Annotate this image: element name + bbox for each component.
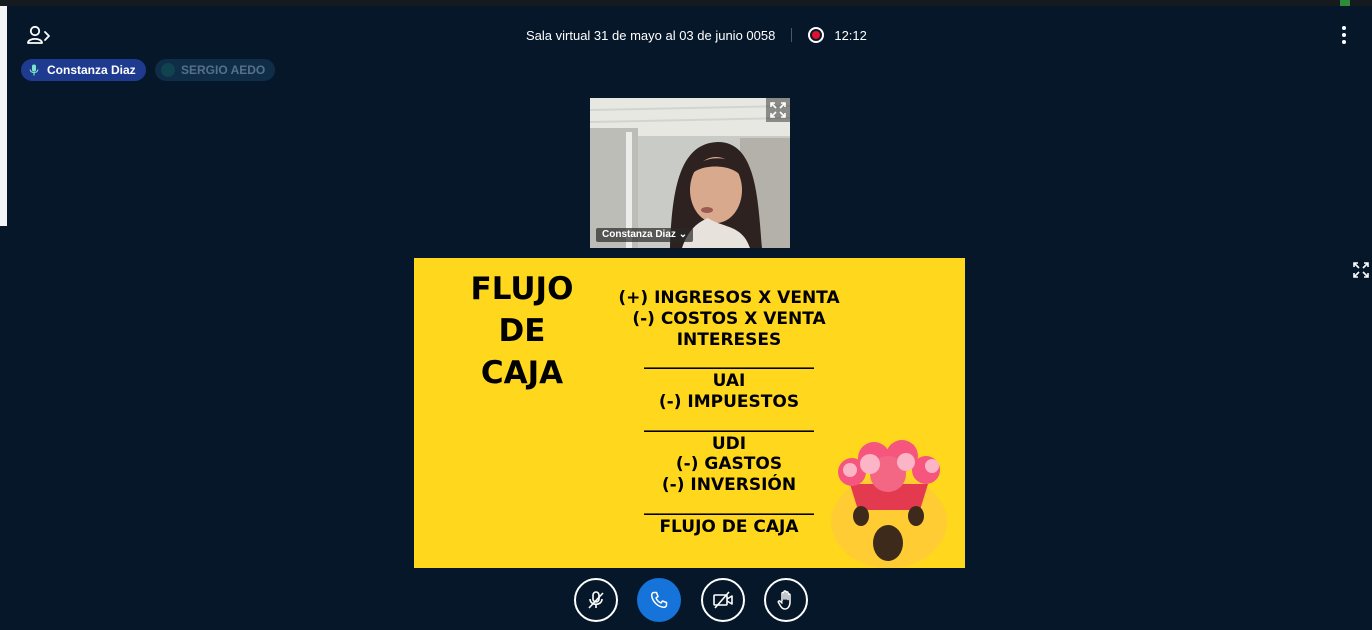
slide-divider-line: ____________________	[644, 495, 814, 516]
raise-hand-button[interactable]	[764, 578, 808, 622]
mute-audio-button[interactable]	[574, 578, 618, 622]
header-divider	[791, 28, 793, 42]
chevron-down-icon: ⌄	[678, 229, 688, 240]
talker-name: SERGIO AEDO	[181, 63, 266, 77]
dot-icon	[161, 63, 175, 77]
slide-line: FLUJO DE CAJA	[659, 516, 799, 537]
slide-line: (+) INGRESOS X VENTA	[618, 288, 840, 308]
slide-line: (-) COSTOS X VENTA	[632, 308, 826, 329]
user-list-toggle-icon[interactable]	[26, 24, 52, 46]
talker-indicator-constanza[interactable]: Constanza Diaz	[21, 59, 146, 81]
fullscreen-icon[interactable]	[766, 98, 790, 122]
status-indicator	[1340, 0, 1350, 6]
webcam-name-dropdown[interactable]: Constanza Diaz ⌄	[596, 228, 694, 242]
microphone-off-icon	[588, 591, 604, 609]
meeting-header: Sala virtual 31 de mayo al 03 de junio 0…	[526, 25, 867, 45]
presentation-fullscreen-icon[interactable]	[1350, 260, 1372, 280]
exploding-head-emoji	[831, 440, 947, 568]
leave-audio-button[interactable]	[637, 578, 681, 622]
slide-formula: (+) INGRESOS X VENTA (-) COSTOS X VENTA …	[604, 288, 854, 538]
slide-title-line: CAJA	[480, 355, 564, 391]
talker-indicator-sergio[interactable]: SERGIO AEDO	[155, 59, 276, 81]
slide-line: INTERESES	[676, 329, 782, 350]
side-panel-edge	[0, 6, 7, 226]
presentation-slide: FLUJO DE CAJA (+) INGRESOS X VENTA (-) C…	[414, 258, 965, 568]
microphone-icon	[27, 63, 41, 77]
meeting-title: Sala virtual 31 de mayo al 03 de junio 0…	[526, 27, 776, 43]
slide-line: UDI	[711, 433, 747, 454]
kebab-menu-icon[interactable]	[1338, 24, 1350, 46]
slide-line: (-) IMPUESTOS	[658, 391, 800, 412]
top-strip	[0, 0, 1372, 6]
slide-divider-line: ____________________	[644, 350, 814, 371]
webcam-video[interactable]: Constanza Diaz ⌄	[590, 98, 790, 248]
webcam-image	[590, 98, 790, 248]
slide-title: FLUJO DE CAJA	[432, 268, 612, 394]
slide-line: (-) INVERSIÓN	[661, 475, 797, 496]
hand-icon	[777, 590, 791, 610]
slide-line: UAI	[712, 371, 746, 392]
slide-title-line: FLUJO	[470, 271, 574, 307]
phone-icon	[650, 591, 668, 609]
camera-off-icon	[713, 591, 733, 609]
action-bar	[0, 578, 1372, 622]
recording-time: 12:12	[834, 27, 867, 43]
slide-line: (-) GASTOS	[675, 454, 783, 475]
slide-title-line: DE	[498, 313, 546, 349]
webcam-participant-name: Constanza Diaz	[602, 229, 676, 240]
talker-name: Constanza Diaz	[47, 63, 136, 77]
share-webcam-button[interactable]	[701, 578, 745, 622]
recording-icon[interactable]	[808, 27, 825, 43]
slide-divider-line: ____________________	[644, 412, 814, 433]
